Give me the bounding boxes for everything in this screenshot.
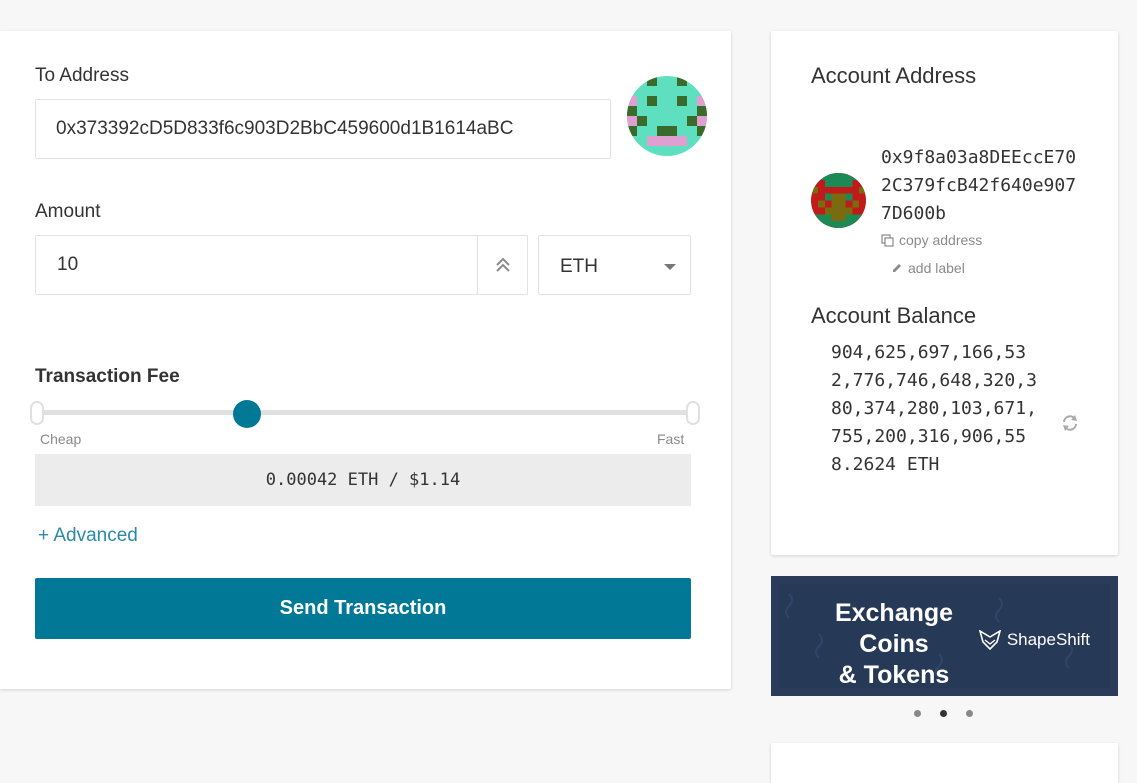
- send-transaction-panel: To Address 0x373392cD5D833f6c903D2BbC459…: [0, 31, 731, 689]
- account-identicon: [811, 173, 866, 228]
- to-address-identicon: [627, 76, 707, 156]
- account-address-title: Account Address: [811, 63, 977, 88]
- to-address-input[interactable]: 0x373392cD5D833f6c903D2BbC459600d1B1614a…: [35, 99, 611, 159]
- shapeshift-fox-icon: [978, 630, 1001, 650]
- shapeshift-logo-text: ShapeShift: [1006, 630, 1090, 649]
- double-chevron-up-icon: [495, 257, 510, 272]
- banner-background: Exchange Coins & Tokens ShapeShift: [779, 584, 1110, 689]
- add-label-button[interactable]: add label: [891, 260, 965, 276]
- advanced-link[interactable]: + Advanced: [38, 525, 138, 547]
- next-panel: [771, 743, 1118, 783]
- copy-address-button[interactable]: copy address: [881, 232, 982, 248]
- carousel-dot-3[interactable]: [966, 710, 973, 717]
- fee-slider-track[interactable]: [38, 410, 692, 415]
- carousel-dot-1[interactable]: [914, 710, 921, 717]
- fee-display: 0.00042 ETH / $1.14: [35, 454, 691, 506]
- max-amount-button[interactable]: [477, 236, 527, 294]
- pencil-icon: [893, 264, 901, 272]
- copy-address-label: copy address: [899, 232, 983, 248]
- unit-select[interactable]: ETH: [538, 235, 691, 295]
- account-address-value: 0x9f8a03a8DEEccE702C379fcB42f640e9077D60…: [881, 147, 1077, 224]
- unit-value: ETH: [560, 256, 598, 277]
- caret-down-icon: [664, 264, 676, 270]
- fee-slider-min-marker: [30, 401, 44, 425]
- amount-input[interactable]: 10: [35, 235, 528, 295]
- add-label-text: add label: [908, 260, 965, 276]
- banner-title: Exchange Coins & Tokens: [834, 599, 954, 689]
- transaction-fee-label: Transaction Fee: [35, 366, 180, 387]
- refresh-icon[interactable]: [1060, 413, 1080, 433]
- fee-cheap-label: Cheap: [40, 431, 82, 447]
- to-address-label: To Address: [35, 65, 129, 86]
- carousel-dot-2[interactable]: [940, 710, 947, 717]
- fee-slider-thumb[interactable]: [233, 400, 262, 428]
- copy-icon: [881, 233, 894, 247]
- shapeshift-logo: ShapeShift: [978, 630, 1090, 650]
- account-panel: Account Address 0x9f8a03a8DEEccE702C379f…: [771, 31, 1118, 555]
- fee-slider-max-marker: [686, 401, 700, 425]
- account-balance-title: Account Balance: [811, 303, 977, 328]
- send-transaction-button[interactable]: Send Transaction: [35, 578, 691, 639]
- account-balance-value: 904,625,697,166,532,776,746,648,320,380,…: [831, 342, 1037, 475]
- carousel-dots: [914, 710, 973, 717]
- amount-label: Amount: [35, 201, 101, 222]
- shapeshift-banner[interactable]: Exchange Coins & Tokens ShapeShift: [771, 576, 1118, 696]
- amount-value: 10: [57, 254, 79, 275]
- fee-fast-label: Fast: [657, 431, 685, 447]
